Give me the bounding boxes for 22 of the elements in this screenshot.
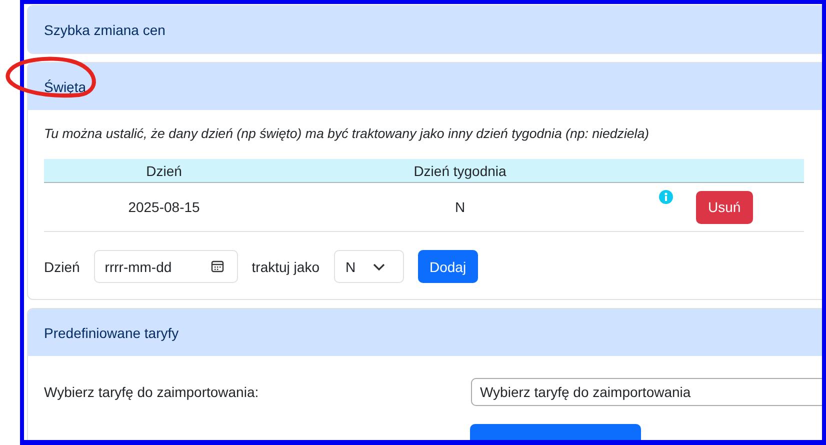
tariff-label: Wybierz taryfę do zaimportowania: (44, 384, 260, 400)
card-header[interactable]: Święta (28, 63, 822, 110)
section-title: Święta (44, 78, 86, 94)
date-field[interactable]: rrrr-mm-dd (94, 250, 238, 283)
calendar-icon[interactable] (210, 260, 224, 273)
add-button[interactable]: Dodaj (418, 250, 478, 283)
chevron-down-icon (372, 262, 384, 270)
column-header: Dzień tygodnia (284, 159, 636, 182)
weekday-select[interactable]: N (334, 250, 404, 283)
treat-as-label: traktuj jako (252, 258, 320, 274)
day-label: Dzień (44, 258, 80, 274)
card-header[interactable]: Predefiniowane taryfy (28, 309, 822, 356)
table-cell: N (284, 182, 636, 232)
note-text: Tu można ustalić, że dany dzień (np święto) ma być traktowany jako inny dzień tygodnia (np: niedziela) (44, 126, 650, 141)
table-cell: 2025-08-15 (44, 182, 284, 232)
card-header[interactable]: Szybka zmiana cen (28, 6, 822, 53)
section-title: Szybka zmiana cen (44, 22, 166, 38)
tariff-select[interactable]: Wybierz taryfę do zaimportowania (470, 378, 822, 406)
section-title: Predefiniowane taryfy (44, 324, 179, 340)
info-icon[interactable] (659, 190, 673, 204)
delete-button[interactable]: Usuń (696, 190, 753, 224)
column-header: Dzień (44, 159, 284, 182)
